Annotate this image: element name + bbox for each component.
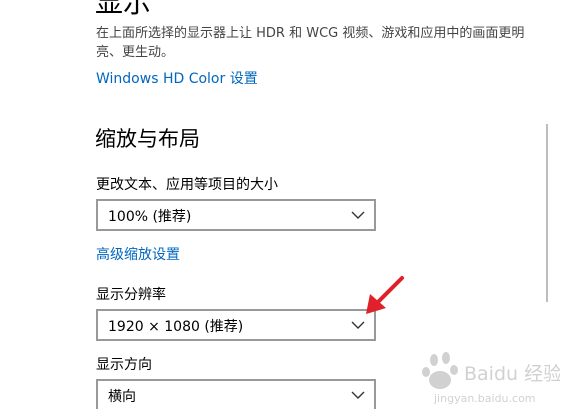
text-size-label: 更改文本、应用等项目的大小 (96, 177, 278, 193)
hdr-description: 在上面所选择的显示器上让 HDR 和 WCG 视频、游戏和应用中的画面更明亮、更… (96, 26, 525, 60)
text-size-value: 100% (推荐) (108, 209, 192, 225)
text-size-dropdown[interactable]: 100% (推荐) (96, 199, 376, 231)
resolution-label: 显示分辨率 (96, 287, 166, 303)
chevron-down-icon (351, 391, 365, 399)
orientation-value: 横向 (108, 389, 136, 405)
watermark-url: jingyan.baidu.com (433, 392, 536, 405)
resolution-dropdown[interactable]: 1920 × 1080 (推荐) (96, 309, 376, 341)
orientation-dropdown[interactable]: 横向 (96, 379, 376, 409)
baidu-jingyan-watermark: Baidu 经验 jingyan.baidu.com (422, 352, 560, 405)
orientation-label: 显示方向 (96, 357, 152, 373)
resolution-value: 1920 × 1080 (推荐) (108, 319, 244, 335)
red-arrow-annotation-icon (366, 276, 404, 314)
windows-hd-color-link[interactable]: Windows HD Color 设置 (96, 68, 258, 88)
chevron-down-icon (351, 321, 365, 329)
display-settings-page: 显示 在上面所选择的显示器上让 HDR 和 WCG 视频、游戏和应用中的画面更明… (0, 0, 564, 409)
vertical-scrollbar[interactable] (546, 124, 548, 302)
page-title: 显示 (95, 0, 152, 19)
scale-layout-heading: 缩放与布局 (95, 127, 200, 151)
advanced-scaling-link[interactable]: 高级缩放设置 (96, 244, 180, 264)
watermark-text: Baidu 经验 (464, 363, 560, 385)
chevron-down-icon (351, 211, 365, 219)
